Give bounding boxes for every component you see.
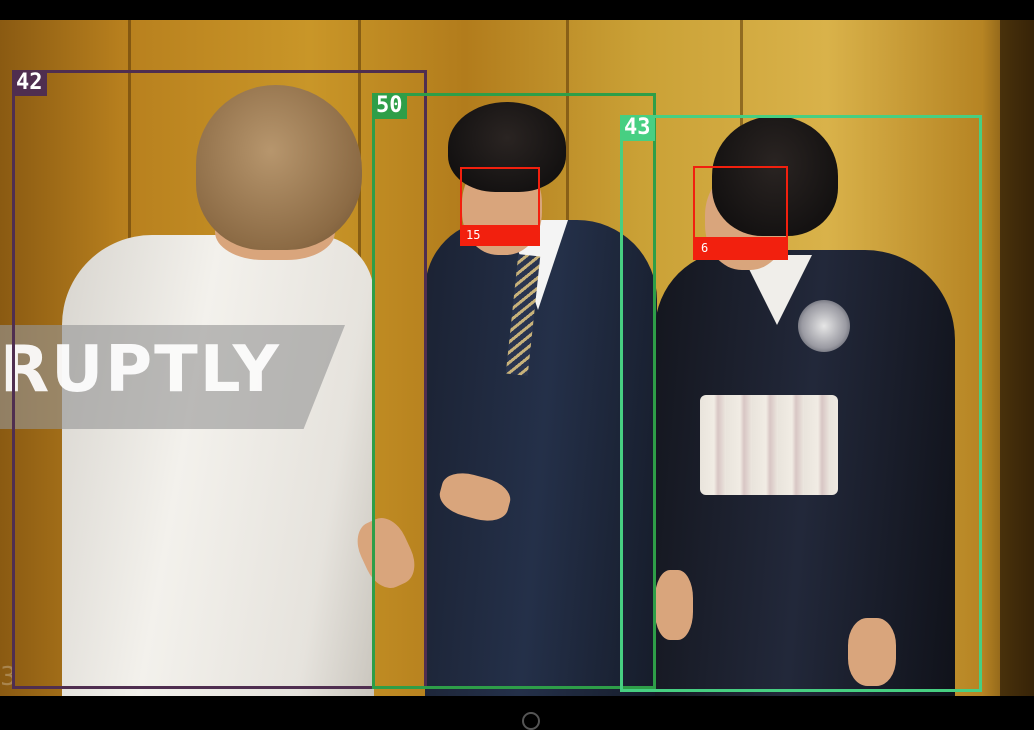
face-box-6-label: 6 [693, 237, 788, 260]
person-box-42 [12, 70, 427, 689]
person-box-43-label: 43 [620, 115, 655, 141]
scrubber-handle-icon[interactable] [522, 712, 540, 730]
bottom-bar [0, 696, 1034, 727]
face-box-15-label: 15 [460, 225, 540, 246]
person-box-50-label: 50 [372, 93, 407, 119]
panel-edge [1000, 20, 1034, 696]
video-frame: RUPTLY 3 42 50 43 15 6 [0, 0, 1034, 730]
person-box-42-label: 42 [12, 70, 47, 96]
person-box-43 [620, 115, 982, 692]
